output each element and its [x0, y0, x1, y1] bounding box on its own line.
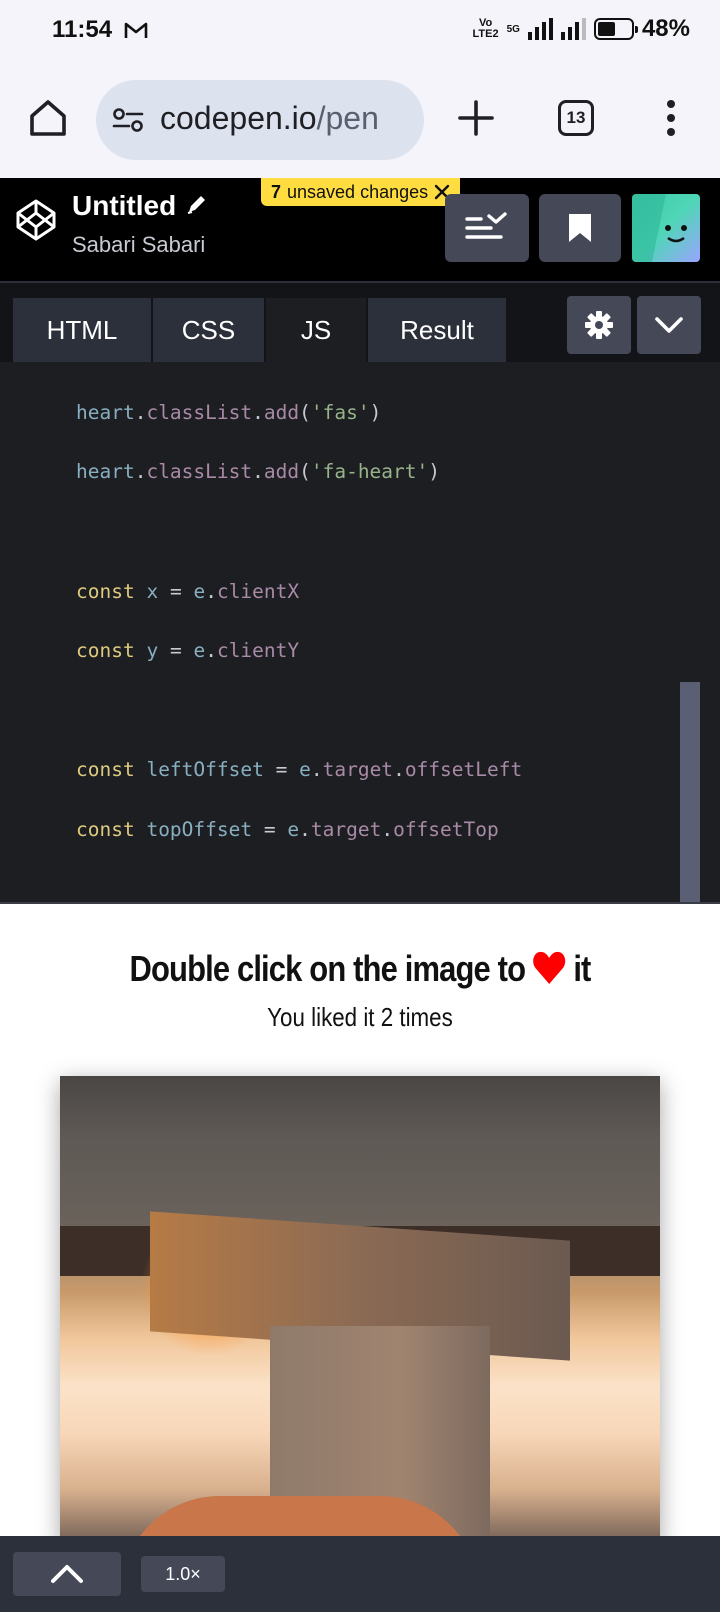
code-line-7: const leftOffset = e.target.offsetLeft — [76, 758, 523, 782]
more-menu-button[interactable] — [664, 98, 678, 138]
battery-percent: 48% — [641, 15, 690, 42]
expand-console-button[interactable] — [13, 1552, 121, 1596]
tab-css[interactable]: CSS — [153, 298, 264, 362]
user-avatar[interactable] — [632, 194, 700, 262]
code-line-4: const x = e.clientX — [76, 579, 300, 603]
tab-result[interactable]: Result — [368, 298, 506, 362]
status-time: 11:54 — [52, 16, 113, 43]
editor-tab-bar: HTML CSS JS Result — [0, 281, 720, 362]
save-bookmark-button[interactable] — [539, 194, 621, 262]
code-line-8: const topOffset = e.target.offsetTop — [76, 817, 499, 841]
signal-strength-2-icon — [560, 18, 586, 40]
gear-icon — [585, 311, 613, 339]
smiley-avatar-icon — [632, 194, 687, 262]
new-tab-button[interactable] — [456, 98, 496, 138]
plus-icon — [458, 100, 494, 136]
status-bar: 11:54 Vo LTE2 5G 48% — [0, 0, 720, 62]
editor-settings-button[interactable] — [567, 296, 631, 354]
heart-icon — [533, 948, 566, 990]
edit-pencil-icon[interactable] — [186, 190, 208, 222]
kebab-menu-icon — [667, 100, 675, 136]
zoom-level-button[interactable]: 1.0× — [141, 1556, 225, 1592]
chevron-down-icon — [655, 317, 683, 333]
network-type: 5G — [506, 23, 520, 35]
site-settings-icon[interactable] — [112, 107, 144, 137]
editor-scrollbar[interactable] — [680, 682, 700, 902]
editor-collapse-button[interactable] — [637, 296, 701, 354]
tab-html[interactable]: HTML — [13, 298, 151, 362]
signal-strength-1-icon — [527, 18, 553, 40]
address-bar[interactable]: codepen.io/pen — [96, 80, 424, 160]
pen-author[interactable]: Sabari Sabari — [72, 232, 205, 258]
code-line-2: heart.classList.add('fa-heart') — [76, 460, 441, 484]
result-heading: Double click on the image to it — [129, 948, 591, 990]
pen-title[interactable]: Untitled — [72, 190, 208, 222]
browser-toolbar: codepen.io/pen 13 — [0, 62, 720, 178]
change-view-button[interactable] — [445, 194, 529, 262]
code-line-5: const y = e.clientY — [76, 639, 300, 663]
codepen-logo-icon[interactable] — [14, 198, 58, 246]
bookmark-icon — [569, 214, 591, 242]
url-text[interactable]: codepen.io/pen — [160, 100, 379, 137]
tab-js[interactable]: JS — [266, 298, 366, 362]
like-count-text: You liked it 2 times — [267, 1002, 453, 1032]
battery-icon — [593, 18, 638, 40]
gmail-icon — [124, 20, 148, 44]
volte-indicator: Vo LTE2 — [472, 17, 499, 40]
unsaved-changes-badge[interactable]: 7 unsaved changes — [261, 178, 461, 206]
code-content[interactable]: heart.classList.add('fas') heart.classLi… — [76, 368, 522, 902]
codepen-bottom-bar: 1.0× — [0, 1536, 720, 1612]
codepen-header: Untitled Sabari Sabari 7 unsaved changes — [0, 178, 720, 281]
layout-icon — [465, 212, 507, 239]
home-icon — [30, 100, 66, 136]
chevron-up-icon — [51, 1565, 83, 1583]
likeable-photo[interactable] — [60, 1076, 660, 1536]
home-button[interactable] — [26, 96, 70, 140]
result-preview: Double click on the image to it You like… — [0, 904, 720, 1536]
tab-switcher-button[interactable]: 13 — [558, 100, 594, 136]
js-code-editor[interactable]: heart.classList.add('fas') heart.classLi… — [0, 362, 720, 902]
code-line-1: heart.classList.add('fas') — [76, 400, 382, 424]
